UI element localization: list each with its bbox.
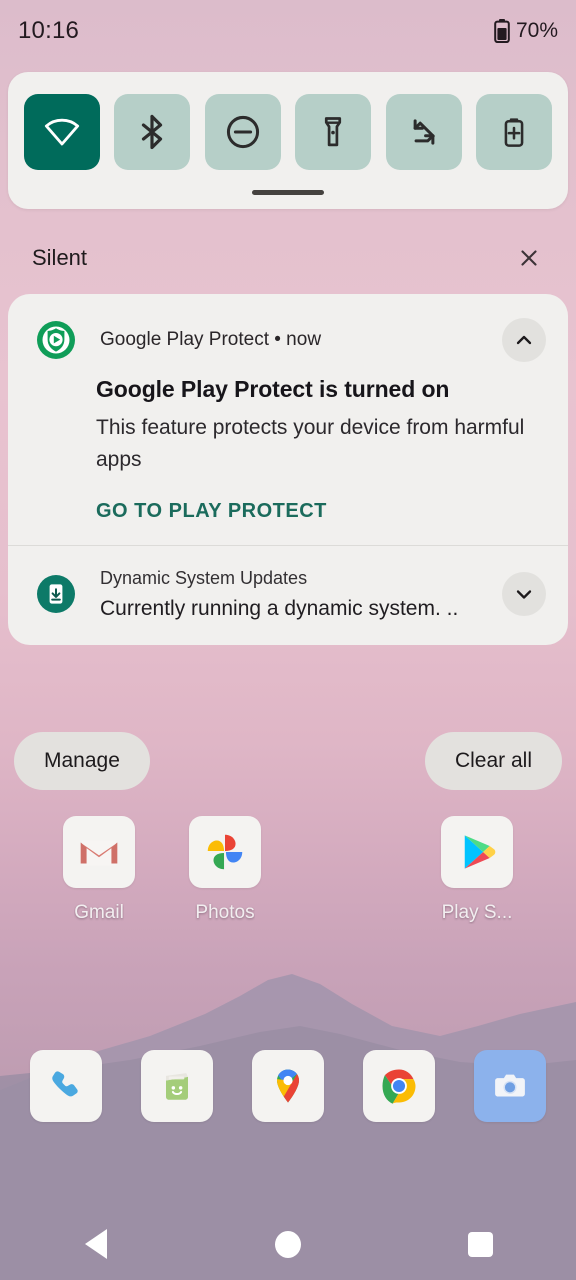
chevron-down-icon — [516, 590, 532, 599]
notification-expand-button[interactable] — [502, 572, 546, 617]
notification-title: Google Play Protect is turned on — [96, 376, 450, 402]
notification-text-block: Dynamic System Updates Currently running… — [100, 568, 502, 621]
battery-icon — [494, 19, 510, 43]
battery-saver-icon — [504, 118, 524, 147]
notification-text: This feature protects your device from h… — [96, 416, 525, 471]
app-label: Play S... — [441, 902, 513, 923]
qs-tile-do-not-disturb[interactable] — [204, 94, 281, 170]
dock-icon-messages[interactable] — [141, 1050, 213, 1122]
camera-icon — [495, 1074, 525, 1097]
notification-action-go-to-play-protect[interactable]: GO TO PLAY PROTECT — [96, 500, 528, 523]
home-circle-icon — [275, 1230, 301, 1258]
status-bar: 10:16 70% — [0, 0, 576, 62]
notification-summary: Currently running a dynamic system. .. — [100, 596, 459, 620]
homescreen-app-row: Gmail Photos Play S... — [0, 816, 576, 924]
chevron-up-icon — [516, 335, 532, 345]
app-icon-play-store[interactable]: Play S... — [414, 816, 540, 924]
qs-tile-wifi[interactable] — [24, 94, 100, 170]
notification-stack: Google Play Protect • now Google Play Pr… — [8, 294, 568, 645]
chrome-icon — [382, 1069, 416, 1104]
notification-app-name: Dynamic System Updates — [100, 567, 308, 588]
app-tile — [441, 816, 513, 888]
dock-icon-chrome[interactable] — [363, 1050, 435, 1122]
notification-header: Dynamic System Updates Currently running… — [8, 568, 568, 621]
app-tile — [63, 816, 135, 888]
silent-clear-button[interactable] — [514, 243, 544, 273]
notification-dynamic-system-updates[interactable]: Dynamic System Updates Currently running… — [8, 546, 568, 645]
qs-tile-flashlight[interactable] — [295, 94, 372, 170]
clear-all-button[interactable]: Clear all — [424, 732, 562, 790]
status-clock: 10:16 — [18, 17, 80, 44]
notification-body: Google Play Protect is turned on This fe… — [8, 362, 568, 523]
google-maps-icon — [277, 1069, 299, 1103]
qs-tile-bluetooth[interactable] — [114, 94, 191, 170]
play-protect-icon — [37, 321, 75, 359]
back-triangle-icon — [85, 1229, 107, 1259]
auto-rotate-icon — [413, 119, 435, 145]
dock-icon-maps[interactable] — [252, 1050, 324, 1122]
dynamic-system-updates-icon — [37, 575, 75, 614]
close-icon — [521, 250, 537, 266]
silent-section-label: Silent — [32, 245, 88, 270]
phone-icon — [52, 1071, 78, 1097]
app-icon-gmail[interactable]: Gmail — [36, 816, 162, 924]
battery-percent-label: 70% — [515, 19, 558, 42]
dock-icon-phone[interactable] — [30, 1050, 102, 1122]
notification-collapse-button[interactable] — [502, 318, 546, 362]
notification-google-play-protect[interactable]: Google Play Protect • now Google Play Pr… — [8, 294, 568, 545]
wifi-icon — [44, 118, 80, 146]
nav-back-button[interactable] — [0, 1229, 192, 1259]
messages-icon — [166, 1073, 188, 1100]
notification-app-line: Google Play Protect • now — [100, 329, 322, 350]
recents-square-icon — [467, 1231, 493, 1257]
notification-header: Google Play Protect • now — [8, 318, 568, 362]
dock-icon-camera[interactable] — [474, 1050, 546, 1122]
navigation-bar — [0, 1208, 576, 1280]
shade-footer: Manage Clear all — [0, 732, 576, 790]
app-icon-photos[interactable]: Photos — [162, 816, 288, 924]
google-photos-icon — [207, 834, 243, 870]
app-label: Gmail — [74, 902, 124, 923]
flashlight-icon — [325, 117, 342, 147]
nav-recents-button[interactable] — [384, 1231, 576, 1257]
quick-settings-tiles — [8, 72, 568, 170]
nav-home-button[interactable] — [192, 1230, 384, 1258]
shade-drag-handle[interactable] — [252, 190, 324, 195]
qs-tile-auto-rotate[interactable] — [385, 94, 462, 170]
gmail-icon — [80, 840, 118, 866]
qs-tile-battery-saver[interactable] — [475, 94, 552, 170]
status-bar-right: 70% — [494, 19, 558, 43]
app-tile — [189, 816, 261, 888]
manage-notifications-button[interactable]: Manage — [14, 732, 150, 790]
do-not-disturb-icon — [226, 115, 259, 149]
dock — [0, 1050, 576, 1122]
bluetooth-icon — [142, 114, 163, 150]
play-store-icon — [464, 835, 496, 869]
quick-settings-panel — [8, 72, 568, 209]
silent-section-header: Silent — [0, 232, 576, 284]
app-label: Photos — [195, 902, 255, 923]
